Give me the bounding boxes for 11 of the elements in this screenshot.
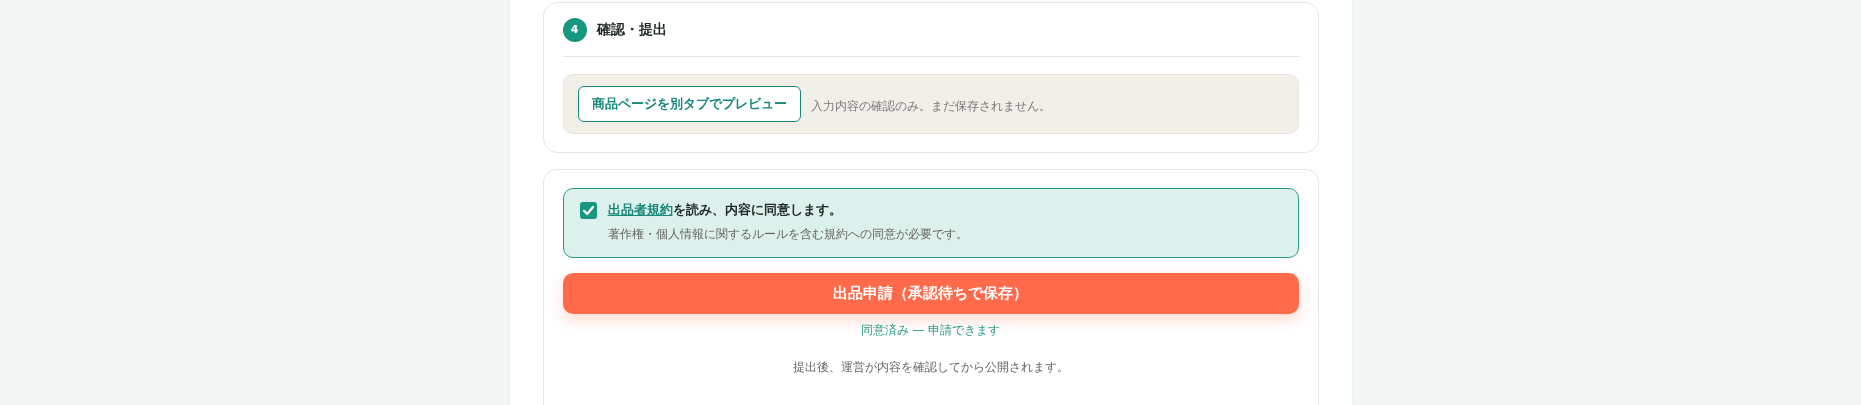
- footer-note: 提出後、運営が内容を確認してから公開されます。: [792, 359, 1069, 376]
- step-number: 4: [562, 17, 587, 42]
- status-text: 同意済み — 申請できます: [860, 322, 1001, 339]
- preview-note: 入力内容の確認のみ。まだ保存されません。: [810, 97, 1051, 115]
- agreement-checkbox[interactable]: [579, 202, 597, 219]
- preview-button[interactable]: 商品ページを別タブでプレビュー: [577, 86, 801, 122]
- terms-link[interactable]: 出品者規約: [607, 202, 673, 217]
- section-title: 確認・提出: [596, 20, 667, 39]
- agreement-text: 出品者規約を読み、内容に同意します。: [607, 201, 843, 219]
- submit-button[interactable]: 出品申請（承認待ちで保存）: [562, 273, 1299, 314]
- agreement-note: 著作権・個人情報に関するルールを含む規約への同意が必要です。: [607, 225, 969, 243]
